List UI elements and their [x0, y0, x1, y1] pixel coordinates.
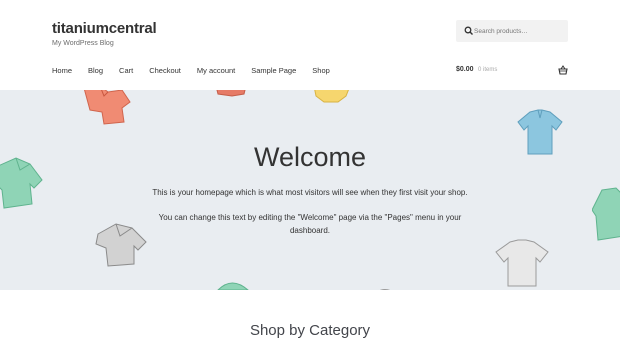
- site-title[interactable]: titaniumcentral: [52, 20, 157, 37]
- red-garment-icon: [216, 90, 246, 97]
- primary-nav: Home Blog Cart Checkout My account Sampl…: [52, 66, 346, 75]
- grey-garment-icon: [379, 289, 391, 290]
- white-tshirt-icon: [495, 239, 549, 287]
- nav-item-my-account[interactable]: My account: [197, 66, 235, 75]
- coral-hoodie-icon: [84, 90, 131, 125]
- hero-intro-text: This is your homepage which is what most…: [152, 188, 468, 197]
- nav-item-sample-page[interactable]: Sample Page: [251, 66, 296, 75]
- site-tagline: My WordPress Blog: [52, 40, 114, 47]
- nav-item-home[interactable]: Home: [52, 66, 72, 75]
- cart-amount[interactable]: $0.00: [456, 66, 474, 73]
- hero-edit-text: You can change this text by editing the …: [158, 213, 462, 235]
- hero-title: Welcome: [253, 142, 367, 172]
- header-cart[interactable]: $0.00 0 items: [456, 65, 568, 78]
- nav-item-shop[interactable]: Shop: [312, 66, 330, 75]
- search-icon: [464, 26, 473, 35]
- search-box: [456, 20, 568, 42]
- nav-item-cart[interactable]: Cart: [119, 66, 133, 75]
- hero-banner: Welcome This is your homepage which is w…: [0, 90, 620, 290]
- yellow-top-icon: [314, 90, 349, 103]
- search-input[interactable]: [474, 23, 566, 39]
- mint-garment-icon: [217, 282, 249, 290]
- basket-icon[interactable]: [558, 65, 568, 75]
- shop-by-category-heading: Shop by Category: [249, 322, 371, 339]
- nav-item-blog[interactable]: Blog: [88, 66, 103, 75]
- site-header: titaniumcentral My WordPress Blog Home B…: [0, 0, 620, 90]
- cart-count[interactable]: 0 items: [478, 67, 497, 73]
- grey-jacket-icon: [95, 223, 147, 267]
- nav-item-checkout[interactable]: Checkout: [149, 66, 181, 75]
